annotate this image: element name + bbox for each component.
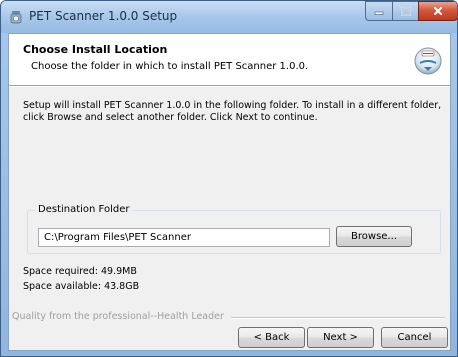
close-button[interactable] xyxy=(418,1,457,21)
dialog-body: Choose Install Location Choose the folde… xyxy=(8,33,451,351)
intro-text: Setup will install PET Scanner 1.0.0 in … xyxy=(23,100,442,123)
space-available-text: Space available: 43.8GB xyxy=(23,281,140,292)
branding-text: Quality from the professional--Health Le… xyxy=(12,311,224,322)
browse-button[interactable]: Browse... xyxy=(336,226,412,247)
page-header: Choose Install Location Choose the folde… xyxy=(9,34,450,86)
page-subtitle: Choose the folder in which to install PE… xyxy=(31,61,309,72)
next-button[interactable]: Next > xyxy=(307,327,374,348)
destination-folder-label: Destination Folder xyxy=(35,204,133,215)
minimize-icon xyxy=(374,11,384,15)
setup-window: PET Scanner 1.0.0 Setup Choose Install L… xyxy=(0,0,458,357)
minimize-button[interactable] xyxy=(365,1,392,21)
cancel-button[interactable]: Cancel xyxy=(381,327,448,348)
maximize-icon xyxy=(400,6,411,16)
back-button[interactable]: < Back xyxy=(238,327,305,348)
pet-scanner-logo-icon xyxy=(414,47,442,75)
window-title: PET Scanner 1.0.0 Setup xyxy=(29,9,178,23)
branding-divider xyxy=(231,317,445,319)
header-separator xyxy=(9,86,450,87)
title-bar[interactable]: PET Scanner 1.0.0 Setup xyxy=(1,1,457,33)
maximize-button[interactable] xyxy=(392,1,418,21)
installer-app-icon xyxy=(10,11,22,24)
destination-path-input[interactable] xyxy=(38,228,330,247)
space-required-text: Space required: 49.9MB xyxy=(23,266,137,277)
close-icon xyxy=(434,7,442,15)
page-title: Choose Install Location xyxy=(23,43,168,56)
